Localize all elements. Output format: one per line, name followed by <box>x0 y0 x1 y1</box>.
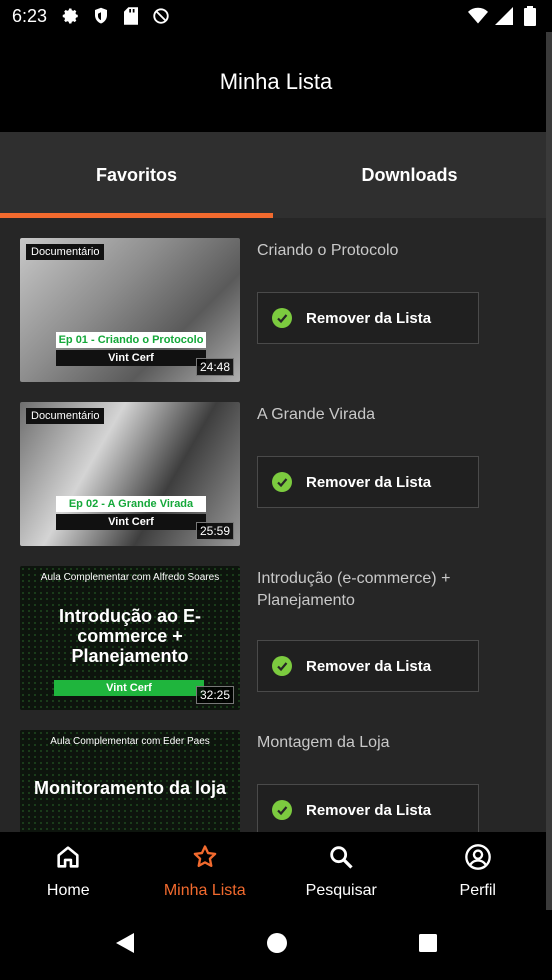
remove-button-label: Remover da Lista <box>306 309 432 327</box>
course-heading: Monitoramento da loja <box>33 778 226 798</box>
recents-square-icon[interactable] <box>418 933 438 958</box>
tab-favoritos[interactable]: Favoritos <box>0 132 273 218</box>
status-time: 6:23 <box>12 5 48 26</box>
remove-from-list-button[interactable]: Remover da Lista <box>257 292 479 344</box>
remove-from-list-button[interactable]: Remover da Lista <box>257 784 479 832</box>
status-icons-left <box>61 6 171 26</box>
duration-badge: 25:59 <box>195 522 234 540</box>
duration-badge: 32:25 <box>195 686 234 704</box>
home-circle-icon[interactable] <box>266 932 288 959</box>
page-title: Minha Lista <box>219 69 333 94</box>
course-heading: Introdução ao E-commerce + Planejamento <box>58 606 201 666</box>
item-title[interactable]: A Grande Virada <box>257 404 537 426</box>
remove-from-list-button[interactable]: Remover da Lista <box>257 456 479 508</box>
remove-button-label: Remover da Lista <box>306 801 432 819</box>
list-item: Aula Complementar com Eder Paes Monitora… <box>20 730 540 832</box>
back-icon[interactable] <box>114 931 136 960</box>
episode-label: Ep 01 - Criando o Protocolo <box>56 332 206 348</box>
list-item: Aula Complementar com Alfredo Soares Int… <box>20 566 540 710</box>
shield-icon <box>91 6 111 26</box>
check-circle-icon <box>272 800 292 820</box>
list-item: Documentário Ep 02 - A Grande Virada Vin… <box>20 402 540 546</box>
system-nav-bar <box>0 910 552 980</box>
remove-from-list-button[interactable]: Remover da Lista <box>257 640 479 692</box>
author-label: Vint Cerf <box>54 680 204 696</box>
item-title[interactable]: Montagem da Loja <box>257 732 537 754</box>
nav-label-minha-lista: Minha Lista <box>163 881 246 899</box>
profile-icon <box>464 843 492 876</box>
duration-badge: 24:48 <box>195 358 234 376</box>
home-icon <box>54 843 82 876</box>
bottom-nav: Home Minha Lista Pesquisar Perfil <box>0 832 546 910</box>
nav-perfil[interactable]: Perfil <box>410 832 547 910</box>
check-circle-icon <box>272 656 292 676</box>
favorites-list: Documentário Ep 01 - Criando o Protocolo… <box>0 218 546 832</box>
tab-downloads[interactable]: Downloads <box>273 132 546 218</box>
search-icon <box>327 843 355 876</box>
nav-label-pesquisar: Pesquisar <box>305 881 377 899</box>
list-item: Documentário Ep 01 - Criando o Protocolo… <box>20 238 540 382</box>
check-circle-icon <box>272 472 292 492</box>
wifi-icon <box>468 6 488 26</box>
item-title[interactable]: Introdução (e-commerce) + Planejamento <box>257 568 537 612</box>
no-sim-icon <box>151 6 171 26</box>
remove-button-label: Remover da Lista <box>306 473 432 491</box>
author-label: Vint Cerf <box>56 514 206 530</box>
nav-pesquisar[interactable]: Pesquisar <box>273 832 410 910</box>
nav-minha-lista[interactable]: Minha Lista <box>137 832 274 910</box>
check-circle-icon <box>272 308 292 328</box>
author-label: Vint Cerf <box>56 350 206 366</box>
category-badge: Documentário <box>26 408 105 424</box>
category-badge: Documentário <box>26 244 105 260</box>
course-subtitle: Aula Complementar com Eder Paes <box>50 736 210 747</box>
episode-label: Ep 02 - A Grande Virada <box>56 496 206 512</box>
status-bar: 6:23 <box>0 0 552 32</box>
signal-icon <box>494 6 514 26</box>
star-icon <box>191 843 219 876</box>
sd-card-icon <box>121 6 141 26</box>
video-thumbnail[interactable]: Aula Complementar com Eder Paes Monitora… <box>20 730 240 832</box>
scroll-edge <box>546 32 552 910</box>
video-thumbnail[interactable]: Documentário Ep 01 - Criando o Protocolo… <box>20 238 240 382</box>
nav-home[interactable]: Home <box>0 832 137 910</box>
battery-icon <box>520 6 540 26</box>
nav-label-perfil: Perfil <box>459 881 496 899</box>
status-icons-right <box>468 6 540 26</box>
video-thumbnail[interactable]: Aula Complementar com Alfredo Soares Int… <box>20 566 240 710</box>
remove-button-label: Remover da Lista <box>306 657 432 675</box>
gear-icon <box>61 6 81 26</box>
course-subtitle: Aula Complementar com Alfredo Soares <box>40 572 220 583</box>
nav-label-home: Home <box>46 881 90 899</box>
video-thumbnail[interactable]: Documentário Ep 02 - A Grande Virada Vin… <box>20 402 240 546</box>
app-header: Minha Lista <box>0 32 552 132</box>
tab-bar: Favoritos Downloads <box>0 132 546 218</box>
item-title[interactable]: Criando o Protocolo <box>257 240 537 262</box>
